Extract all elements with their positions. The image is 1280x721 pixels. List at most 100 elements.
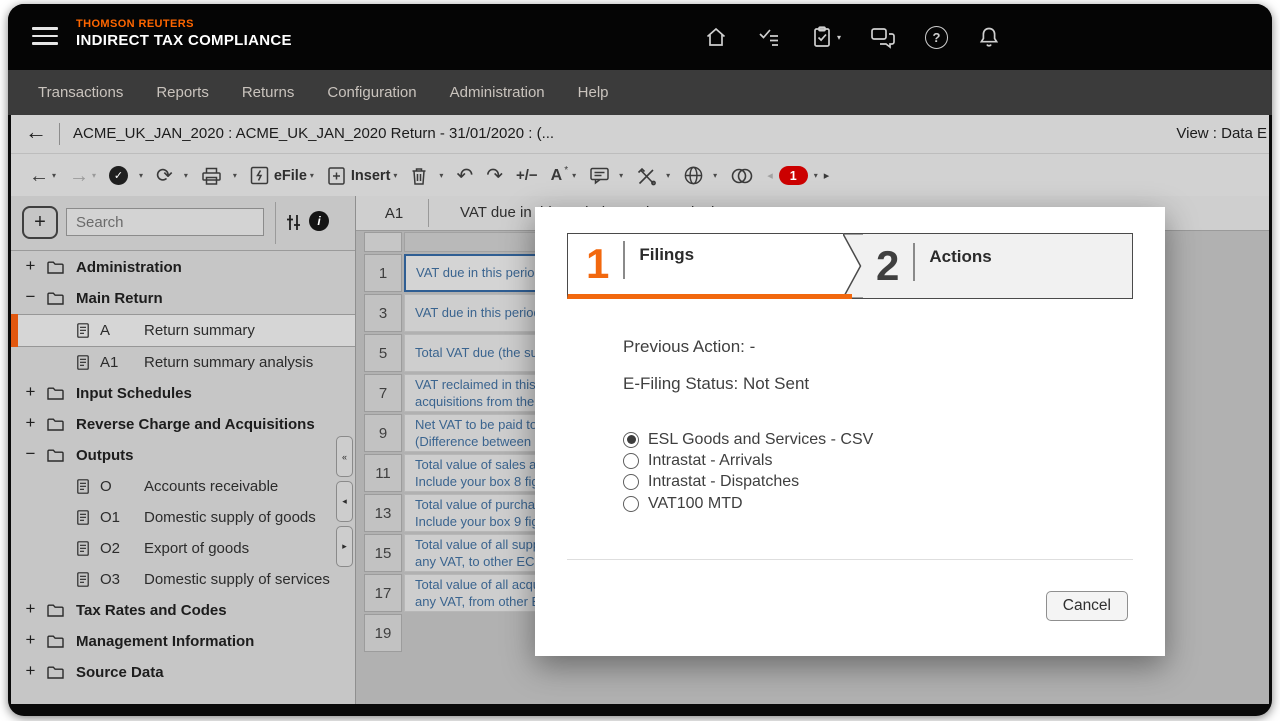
filing-option-esl-goods-and-services-csv[interactable]: ESL Goods and Services - CSV [623, 429, 873, 450]
collapse-all-button[interactable]: « [336, 436, 353, 477]
globe-button[interactable]: ▾ [683, 165, 717, 186]
expand-node-icon[interactable]: + [23, 256, 38, 276]
expand-node-icon[interactable]: + [23, 599, 38, 619]
tree-folder-administration[interactable]: + Administration [11, 252, 355, 283]
radio-icon[interactable] [623, 495, 639, 512]
step-filings[interactable]: 1 Filings [567, 233, 843, 299]
menu-item-configuration[interactable]: Configuration [327, 84, 416, 101]
filing-option-intrastat-arrivals[interactable]: Intrastat - Arrivals [623, 450, 873, 471]
chevron-down-icon: ▾ [92, 171, 97, 180]
tree-doc-a1[interactable]: A1 Return summary analysis [11, 347, 355, 378]
insert-button[interactable]: Insert ▾ [327, 166, 397, 186]
tree-doc-o[interactable]: O Accounts receivable [11, 471, 355, 502]
info-icon[interactable]: i [309, 211, 329, 231]
tree-folder-input-schedules[interactable]: + Input Schedules [11, 378, 355, 409]
filter-icon[interactable] [284, 213, 303, 237]
cancel-button[interactable]: Cancel [1045, 591, 1128, 621]
row-number[interactable]: 11 [364, 454, 402, 492]
doc-code: O [100, 478, 112, 495]
row-number[interactable]: 5 [364, 334, 402, 372]
radio-icon[interactable] [623, 453, 639, 470]
sidebar-header: + i [11, 196, 355, 251]
step-label: Filings [639, 245, 695, 264]
app-header: THOMSON REUTERS INDIRECT TAX COMPLIANCE … [8, 4, 1272, 70]
menu-item-reports[interactable]: Reports [156, 84, 209, 101]
expand-node-icon[interactable]: + [23, 630, 38, 650]
app-window: THOMSON REUTERS INDIRECT TAX COMPLIANCE … [8, 4, 1272, 716]
chat-icon[interactable] [870, 25, 896, 49]
comments-button[interactable]: ▾ [589, 166, 623, 185]
undo-button[interactable]: ↶ [456, 166, 473, 186]
refresh-button[interactable]: ⟳ ▾ [156, 166, 188, 186]
efile-icon [250, 166, 269, 185]
tree-folder-tax-rates-and-codes[interactable]: + Tax Rates and Codes [11, 595, 355, 626]
add-button[interactable]: + [22, 206, 58, 239]
collapse-node-icon[interactable]: − [23, 287, 38, 307]
menu-item-transactions[interactable]: Transactions [38, 84, 123, 101]
approve-button[interactable]: ✓ ▾ [109, 166, 143, 185]
chevron-down-icon[interactable]: ▾ [814, 171, 818, 180]
delete-button[interactable]: ▾ [410, 166, 443, 186]
compare-circles-button[interactable] [730, 167, 754, 185]
expand-panel-button[interactable]: ▸ [336, 526, 353, 567]
document-icon [77, 479, 89, 499]
help-icon[interactable]: ? [925, 25, 949, 49]
menu-item-administration[interactable]: Administration [450, 84, 545, 101]
row-number[interactable]: 9 [364, 414, 402, 452]
expand-node-icon[interactable]: + [23, 413, 38, 433]
print-button[interactable]: ▾ [201, 166, 237, 186]
tree-doc-o2[interactable]: O2 Export of goods [11, 533, 355, 564]
view-mode-label: View : Data E [1176, 125, 1267, 142]
row-number[interactable]: 3 [364, 294, 402, 332]
tools-button[interactable]: ▾ [636, 166, 670, 186]
home-icon[interactable] [704, 25, 728, 49]
tasks-checklist-icon[interactable] [757, 25, 781, 49]
collapse-panel-button[interactable]: ◂ [336, 481, 353, 522]
menu-item-returns[interactable]: Returns [242, 84, 295, 101]
expand-node-icon[interactable]: + [23, 661, 38, 681]
collapse-node-icon[interactable]: − [23, 444, 38, 464]
tree-folder-main-return[interactable]: − Main Return [11, 283, 355, 314]
tree-folder-outputs[interactable]: − Outputs [11, 440, 355, 471]
hamburger-menu-icon[interactable] [32, 27, 58, 50]
notifications-bell-icon[interactable] [977, 25, 1001, 49]
tree-doc-o1[interactable]: O1 Domestic supply of goods [11, 502, 355, 533]
menu-item-help[interactable]: Help [578, 84, 609, 101]
previous-issue-icon[interactable]: ◂ [767, 169, 773, 182]
search-input[interactable] [66, 208, 264, 236]
next-issue-icon[interactable]: ▸ [824, 169, 830, 182]
efile-button[interactable]: eFile ▾ [250, 166, 314, 185]
folder-icon [47, 449, 64, 467]
expand-node-icon[interactable]: + [23, 382, 38, 402]
redo-button[interactable]: ↷ [486, 166, 503, 186]
tree-folder-source-data[interactable]: + Source Data [11, 657, 355, 688]
row-number[interactable]: 17 [364, 574, 402, 612]
row-number[interactable]: 19 [364, 614, 402, 652]
radio-icon[interactable] [623, 474, 639, 491]
corner-cell[interactable] [364, 232, 402, 252]
radio-icon[interactable] [623, 431, 639, 448]
tree-folder-management-information[interactable]: + Management Information [11, 626, 355, 657]
row-number[interactable]: 7 [364, 374, 402, 412]
row-number[interactable]: 15 [364, 534, 402, 572]
step-actions[interactable]: 2 Actions [843, 233, 1133, 299]
cell-name-box[interactable]: A1 [364, 196, 424, 230]
plus-minus-button[interactable]: +/− [516, 168, 538, 183]
filing-option-vat100-mtd[interactable]: VAT100 MTD [623, 493, 873, 514]
chevron-down-icon[interactable]: ▾ [837, 33, 841, 42]
format-button[interactable]: A * ▾ [551, 165, 576, 185]
filing-option-intrastat-dispatches[interactable]: Intrastat - Dispatches [623, 472, 873, 493]
tree-doc-a[interactable]: A Return summary [11, 314, 355, 347]
clipboard-check-icon[interactable]: ▾ [810, 25, 841, 49]
row-number[interactable]: 13 [364, 494, 402, 532]
tree-folder-reverse-charge-and-acquisitions[interactable]: + Reverse Charge and Acquisitions [11, 409, 355, 440]
back-button[interactable]: ← [25, 119, 47, 145]
folder-icon [47, 387, 64, 405]
navigate-forward-button[interactable]: → ▾ [69, 166, 96, 186]
tree-doc-o3[interactable]: O3 Domestic supply of services [11, 564, 355, 595]
document-icon [77, 323, 89, 343]
row-number[interactable]: 1 [364, 254, 402, 292]
issue-count-badge[interactable]: 1 [778, 166, 808, 185]
doc-code: A [100, 322, 111, 339]
navigate-back-button[interactable]: ← ▾ [29, 166, 56, 186]
